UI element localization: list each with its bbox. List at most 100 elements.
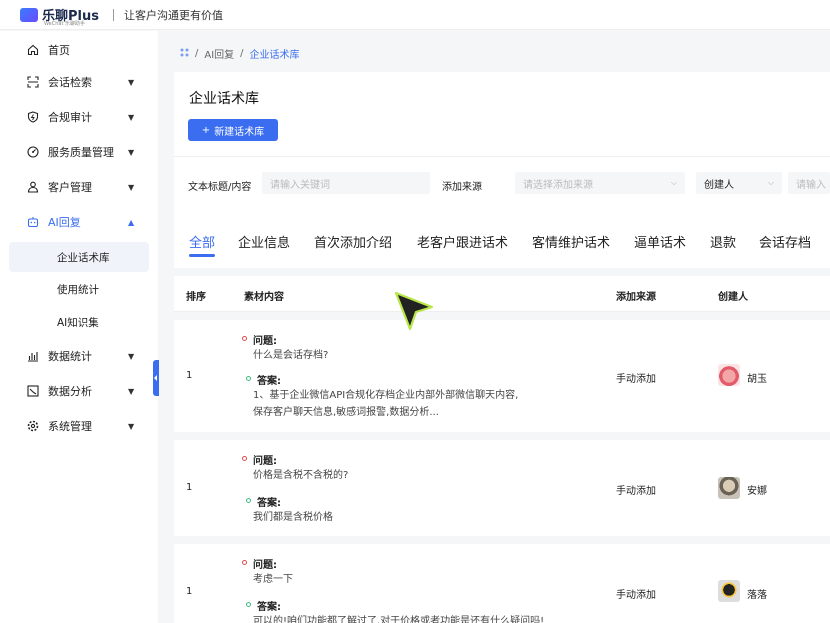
sidebar-item-label: 客户管理 [48,181,92,194]
sidebar-item-customers[interactable]: 客户管理 ▼ [0,173,158,201]
tab-old-customer-followup[interactable]: 老客户跟进话术 [417,232,508,251]
table-row[interactable]: 1 问题: 什么是会话存档? 答案: 1、基于企业微信API合规化存档企业内部外… [174,320,830,432]
sidebar: 首页 会话检索 ▼ 合规审计 ▼ 服务质量管理 ▼ 客户管理 ▼ AI回复 ▲ [0,31,158,623]
tab-session-archive[interactable]: 会话存档 [759,232,811,251]
source-value: 手动添加 [616,590,656,601]
chevron-down-icon: ▼ [128,77,135,87]
new-button-label: 新建话术库 [214,126,265,138]
gauge-icon [27,146,39,158]
mouse-cursor-icon [394,291,434,331]
chevron-down-icon: ▼ [128,147,135,157]
sidebar-item-label: AI回复 [48,216,81,229]
question-dot-icon [242,560,247,565]
title-search-placeholder: 请输入关键词 [270,179,330,191]
creator-name: 安娜 [747,486,767,497]
row-index: 1 [186,586,193,597]
bar-chart-icon [27,350,39,362]
trend-icon [27,385,39,397]
grid-icon [180,48,189,60]
scan-icon [27,76,39,88]
creator-search-input[interactable]: 请输入 [788,172,830,194]
chevron-down-icon: ▼ [128,182,135,192]
breadcrumb-current: 企业话术库 [249,50,300,61]
chevron-down-icon: ⌵ [670,178,677,187]
sidebar-subitem-script-library[interactable]: 企业话术库 [9,242,149,272]
sidebar-item-ai-reply[interactable]: AI回复 ▲ [0,208,158,236]
sidebar-item-label: 数据分析 [48,385,92,398]
sidebar-item-label: 系统管理 [48,420,92,433]
tab-closing-scripts[interactable]: 逼单话术 [634,232,686,251]
tab-first-add-intro[interactable]: 首次添加介绍 [314,232,392,251]
active-tab-indicator [189,254,215,257]
divider [174,156,830,157]
tab-refund[interactable]: 退款 [710,232,736,251]
page-header-panel: 企业话术库 + 新建话术库 文本标题/内容 请输入关键词 添加来源 请选择添加来… [174,72,830,210]
chevron-down-icon: ▼ [128,386,135,396]
new-script-library-button[interactable]: + 新建话术库 [188,119,278,141]
chevron-down-icon: ⌵ [767,178,774,187]
logo-icon [20,7,38,22]
breadcrumb-parent[interactable]: AI回复 [204,46,234,61]
title-search-input[interactable]: 请输入关键词 [262,172,430,194]
answer-text: 保存客户聊天信息,敏感词报警,数据分析... [253,407,439,418]
creator-search-placeholder: 请输入 [796,179,826,191]
table-row[interactable]: 1 问题: 价格是含税不含税的? 答案: 我们都是含税价格 手动添加 安娜 [174,440,830,536]
question-text: 什么是会话存档? [253,350,329,361]
sidebar-item-system[interactable]: 系统管理 ▼ [0,412,158,440]
breadcrumb: / AI回复 / 企业话术库 [180,46,300,61]
answer-text: 可以的!咱们功能都了解过了,对于价格或者功能是还有什么疑问吗! [253,616,545,623]
chevron-down-icon: ▼ [128,421,135,431]
shield-icon [27,111,39,123]
question-label: 问题: [253,560,277,571]
creator-select-value: 创建人 [704,179,734,191]
sidebar-item-label: 服务质量管理 [48,146,114,159]
sidebar-item-home[interactable]: 首页 [0,36,158,64]
answer-label: 答案: [257,498,281,509]
main-content: 企业话术库 + 新建话术库 文本标题/内容 请输入关键词 添加来源 请选择添加来… [174,72,830,623]
tab-all[interactable]: 全部 [189,232,215,251]
column-header-source: 添加来源 [616,292,656,303]
source-value: 手动添加 [616,486,656,497]
avatar [718,477,740,499]
question-label: 问题: [253,336,277,347]
robot-icon [27,216,39,228]
table-row[interactable]: 1 问题: 考虑一下 答案: 可以的!咱们功能都了解过了,对于价格或者功能是还有… [174,544,830,623]
home-icon [27,44,39,56]
gear-icon [27,420,39,432]
answer-label: 答案: [257,602,281,613]
brand-subtitle: WeChat 乐聊助手 [44,21,86,27]
filter-title-label: 文本标题/内容 [188,182,252,193]
source-select[interactable]: 请选择添加来源 ⌵ [515,172,685,194]
filter-source-label: 添加来源 [442,182,482,193]
sidebar-subitem-usage-stats[interactable]: 使用统计 [9,274,149,304]
sidebar-collapse-toggle[interactable] [153,360,159,396]
sidebar-item-label: 数据统计 [48,350,92,363]
answer-dot-icon [246,376,251,381]
sidebar-item-compliance[interactable]: 合规审计 ▼ [0,103,158,131]
category-tabs: 全部 企业信息 首次添加介绍 老客户跟进话术 客情维护话术 逼单话术 退款 会话… [174,210,830,268]
answer-text: 1、基于企业微信API合规化存档企业内部外部微信聊天内容, [253,390,519,401]
question-dot-icon [242,456,247,461]
creator-name: 胡玉 [747,374,767,385]
sidebar-item-session-search[interactable]: 会话检索 ▼ [0,68,158,96]
column-header-content: 素材内容 [244,292,284,303]
sidebar-subitem-ai-knowledge[interactable]: AI知识集 [9,307,149,337]
sidebar-item-label: 首页 [48,44,70,57]
answer-label: 答案: [257,376,281,387]
source-value: 手动添加 [616,374,656,385]
plus-icon: + [201,124,211,136]
sidebar-item-service-quality[interactable]: 服务质量管理 ▼ [0,138,158,166]
answer-dot-icon [246,498,251,503]
chevron-up-icon: ▲ [128,217,135,227]
sidebar-item-label: 会话检索 [48,76,92,89]
tab-company-info[interactable]: 企业信息 [238,232,290,251]
column-header-creator: 创建人 [718,292,748,303]
sidebar-item-data-stats[interactable]: 数据统计 ▼ [0,342,158,370]
sidebar-item-data-analysis[interactable]: 数据分析 ▼ [0,377,158,405]
avatar [718,364,740,386]
tab-relationship-maintenance[interactable]: 客情维护话术 [532,232,610,251]
header-slogan: 让客户沟通更有价值 [123,8,223,22]
table-header: 排序 素材内容 添加来源 创建人 [174,276,830,312]
question-dot-icon [242,336,247,341]
creator-select[interactable]: 创建人 ⌵ [696,172,782,194]
